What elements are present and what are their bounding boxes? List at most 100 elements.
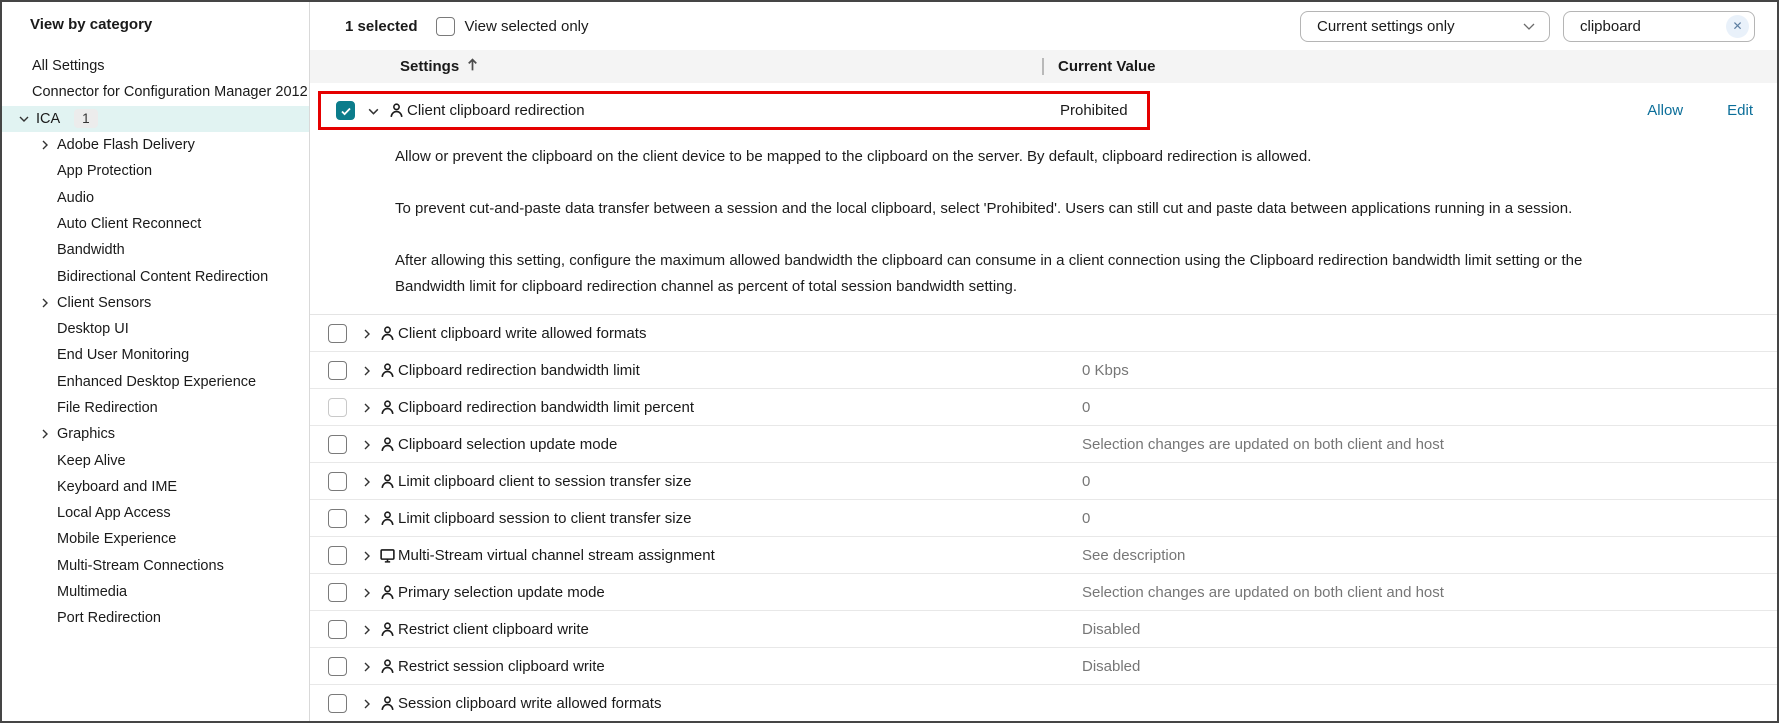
setting-name[interactable]: Session clipboard write allowed formats <box>398 695 661 712</box>
row-checkbox[interactable] <box>328 546 347 565</box>
chevron-right-icon[interactable] <box>361 586 373 604</box>
chevron-down-icon[interactable] <box>18 113 30 125</box>
current-value-column-header: Current Value <box>1058 58 1156 75</box>
table-row[interactable]: Session clipboard write allowed formats <box>310 685 1777 721</box>
setting-name[interactable]: Limit clipboard session to client transf… <box>398 510 691 527</box>
settings-column-header[interactable]: Settings <box>400 58 459 75</box>
row-checkbox[interactable] <box>328 324 347 343</box>
row-checkbox[interactable] <box>328 472 347 491</box>
sidebar-item-client-sensors[interactable]: Client Sensors <box>2 290 309 316</box>
chevron-right-icon[interactable] <box>39 428 51 440</box>
setting-name[interactable]: Client clipboard write allowed formats <box>398 325 646 342</box>
row-checkbox-disabled <box>328 398 347 417</box>
setting-value: Prohibited <box>1060 102 1128 119</box>
sidebar-item-bidirectional-content-redirection[interactable]: Bidirectional Content Redirection <box>2 263 309 289</box>
sidebar-item-connector[interactable]: Connector for Configuration Manager 2012 <box>2 79 309 105</box>
table-header: Settings Current Value <box>310 50 1777 83</box>
setting-name[interactable]: Multi-Stream virtual channel stream assi… <box>398 547 715 564</box>
chevron-right-icon[interactable] <box>361 512 373 530</box>
sidebar-item-mobile-experience[interactable]: Mobile Experience <box>2 526 309 552</box>
user-icon <box>379 436 396 458</box>
description-paragraph: Allow or prevent the clipboard on the cl… <box>395 144 1613 170</box>
sidebar-item-app-protection[interactable]: App Protection <box>2 158 309 184</box>
chevron-right-icon[interactable] <box>361 327 373 345</box>
chevron-right-icon[interactable] <box>361 660 373 678</box>
table-row[interactable]: Restrict client clipboard write Disabled <box>310 611 1777 648</box>
row-checkbox[interactable] <box>328 583 347 602</box>
setting-value: 0 <box>1082 510 1090 527</box>
sidebar-item-graphics[interactable]: Graphics <box>2 421 309 447</box>
row-checkbox[interactable] <box>328 361 347 380</box>
toolbar: 1 selected View selected only Current se… <box>310 2 1777 50</box>
setting-value: 0 Kbps <box>1082 362 1129 379</box>
row-checkbox-checked[interactable] <box>336 101 355 120</box>
search-input[interactable] <box>1578 17 1708 36</box>
table-row[interactable]: Restrict session clipboard write Disable… <box>310 648 1777 685</box>
sidebar-item-keyboard-and-ime[interactable]: Keyboard and IME <box>2 474 309 500</box>
sidebar-item-port-redirection[interactable]: Port Redirection <box>2 605 309 631</box>
chevron-down-icon <box>1521 18 1537 34</box>
view-selected-only-checkbox[interactable] <box>436 17 455 36</box>
row-checkbox[interactable] <box>328 694 347 713</box>
selected-setting-row[interactable]: Client clipboard redirection Prohibited … <box>310 83 1777 138</box>
table-row[interactable]: Clipboard redirection bandwidth limit 0 … <box>310 352 1777 389</box>
table-row[interactable]: Limit clipboard client to session transf… <box>310 463 1777 500</box>
table-row[interactable]: Limit clipboard session to client transf… <box>310 500 1777 537</box>
sidebar-item-multimedia[interactable]: Multimedia <box>2 579 309 605</box>
setting-name[interactable]: Clipboard selection update mode <box>398 436 617 453</box>
sidebar-item-local-app-access[interactable]: Local App Access <box>2 500 309 526</box>
settings-filter-dropdown[interactable]: Current settings only <box>1300 11 1550 42</box>
clear-search-icon[interactable]: ✕ <box>1726 15 1749 38</box>
chevron-right-icon[interactable] <box>361 475 373 493</box>
setting-name[interactable]: Restrict client clipboard write <box>398 621 589 638</box>
sidebar-item-multi-stream-connections[interactable]: Multi-Stream Connections <box>2 553 309 579</box>
sidebar-item-bandwidth[interactable]: Bandwidth <box>2 237 309 263</box>
setting-value: Selection changes are updated on both cl… <box>1082 436 1444 453</box>
sidebar-item-ica[interactable]: ICA 1 <box>2 106 309 132</box>
sort-ascending-icon[interactable] <box>466 58 479 76</box>
sidebar-item-auto-client-reconnect[interactable]: Auto Client Reconnect <box>2 211 309 237</box>
chevron-right-icon[interactable] <box>39 297 51 309</box>
user-icon <box>379 658 396 680</box>
chevron-right-icon[interactable] <box>361 438 373 456</box>
chevron-right-icon[interactable] <box>361 549 373 567</box>
settings-table-body: Client clipboard write allowed formats C… <box>310 315 1777 721</box>
table-row[interactable]: Primary selection update mode Selection … <box>310 574 1777 611</box>
table-row[interactable]: Clipboard redirection bandwidth limit pe… <box>310 389 1777 426</box>
user-icon <box>379 362 396 384</box>
chevron-down-icon[interactable] <box>367 105 380 123</box>
setting-name[interactable]: Clipboard redirection bandwidth limit <box>398 362 640 379</box>
table-row[interactable]: Client clipboard write allowed formats <box>310 315 1777 352</box>
sidebar-item-end-user-monitoring[interactable]: End User Monitoring <box>2 342 309 368</box>
setting-name[interactable]: Restrict session clipboard write <box>398 658 605 675</box>
sidebar-item-keep-alive[interactable]: Keep Alive <box>2 447 309 473</box>
allow-link[interactable]: Allow <box>1647 102 1683 119</box>
row-checkbox[interactable] <box>328 620 347 639</box>
sidebar-item-enhanced-desktop-experience[interactable]: Enhanced Desktop Experience <box>2 369 309 395</box>
setting-value: Selection changes are updated on both cl… <box>1082 584 1444 601</box>
sidebar-item-file-redirection[interactable]: File Redirection <box>2 395 309 421</box>
user-icon <box>388 102 405 124</box>
table-row[interactable]: Multi-Stream virtual channel stream assi… <box>310 537 1777 574</box>
chevron-right-icon[interactable] <box>361 401 373 419</box>
setting-name[interactable]: Client clipboard redirection <box>407 102 585 119</box>
chevron-right-icon[interactable] <box>361 364 373 382</box>
row-checkbox[interactable] <box>328 509 347 528</box>
sidebar-item-audio[interactable]: Audio <box>2 184 309 210</box>
search-box[interactable]: ✕ <box>1563 11 1755 42</box>
setting-name[interactable]: Primary selection update mode <box>398 584 605 601</box>
table-row[interactable]: Clipboard selection update mode Selectio… <box>310 426 1777 463</box>
setting-value: Disabled <box>1082 621 1140 638</box>
chevron-right-icon[interactable] <box>361 697 373 715</box>
monitor-icon <box>379 547 396 569</box>
setting-name[interactable]: Limit clipboard client to session transf… <box>398 473 691 490</box>
edit-link[interactable]: Edit <box>1727 102 1753 119</box>
sidebar-item-adobe-flash-delivery[interactable]: Adobe Flash Delivery <box>2 132 309 158</box>
sidebar-item-all-settings[interactable]: All Settings <box>2 53 309 79</box>
chevron-right-icon[interactable] <box>361 623 373 641</box>
row-checkbox[interactable] <box>328 435 347 454</box>
sidebar-item-desktop-ui[interactable]: Desktop UI <box>2 316 309 342</box>
chevron-right-icon[interactable] <box>39 139 51 151</box>
row-checkbox[interactable] <box>328 657 347 676</box>
setting-name[interactable]: Clipboard redirection bandwidth limit pe… <box>398 399 694 416</box>
